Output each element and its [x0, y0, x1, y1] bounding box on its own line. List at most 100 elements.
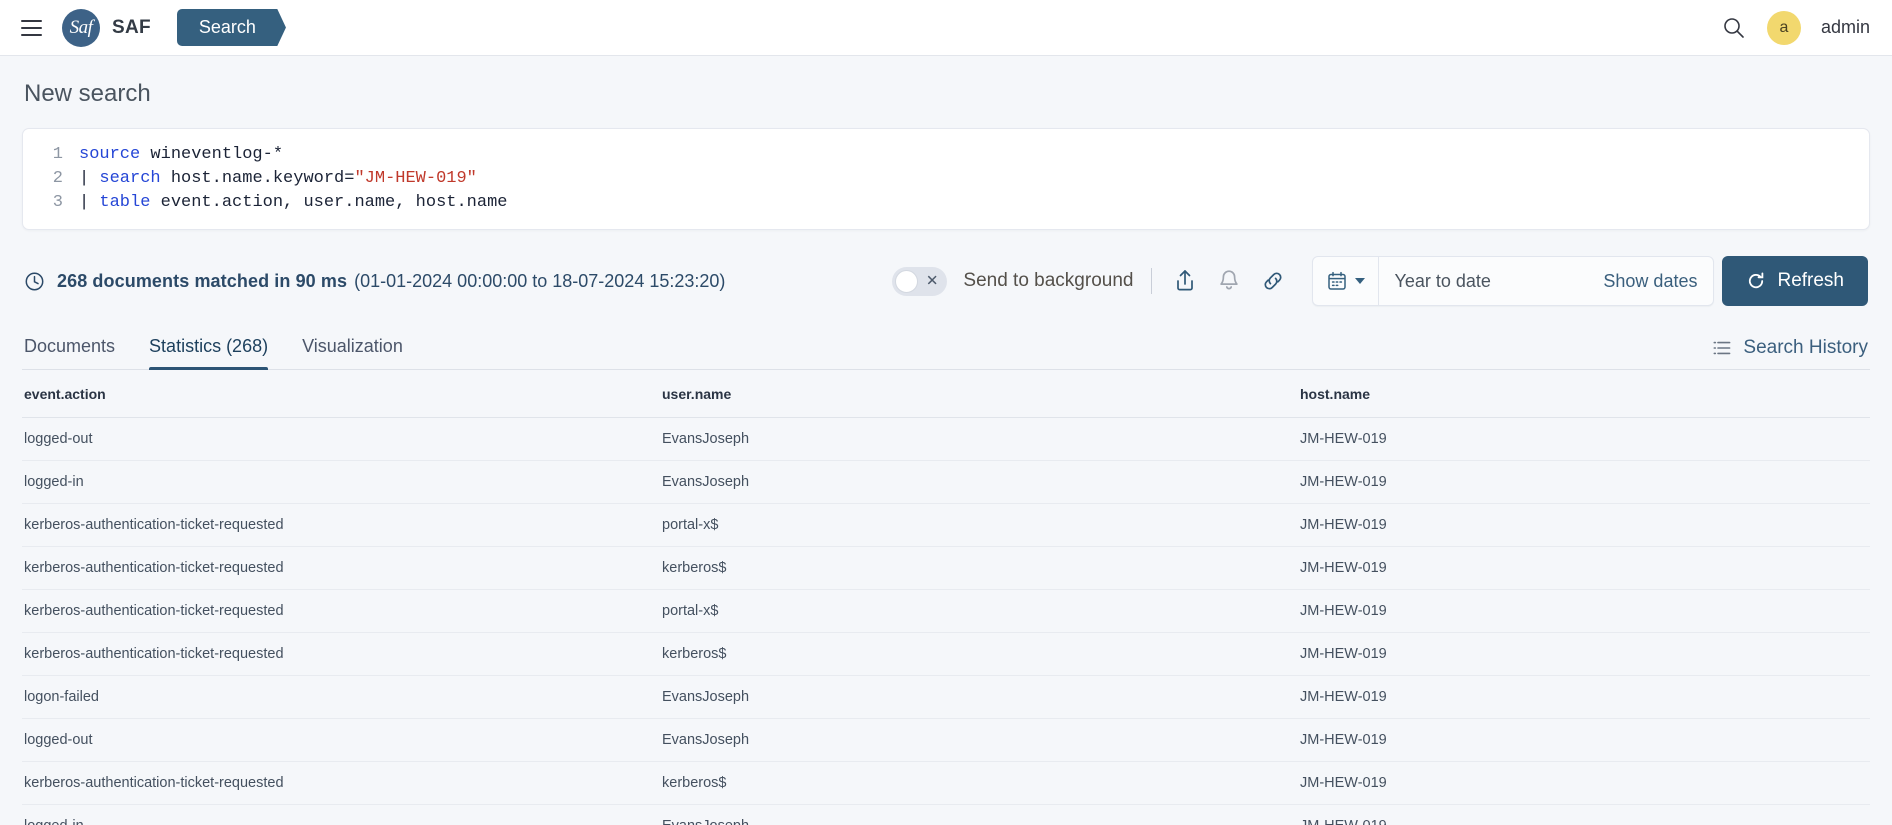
table-body: logged-out EvansJoseph JM-HEW-019 logged-in…: [22, 417, 1870, 825]
column-header-user-name[interactable]: user.name: [660, 370, 1298, 418]
date-controls: Year to date Show dates Refresh: [1312, 256, 1868, 306]
table-row[interactable]: logged-inEvansJosephJM-HEW-019: [22, 460, 1870, 504]
divider: [1151, 268, 1153, 294]
table-header-row: event.action user.name host.name: [22, 370, 1870, 418]
table-cell: logged-out: [22, 417, 660, 461]
table-cell: JM-HEW-019: [1298, 761, 1870, 805]
date-range-input[interactable]: Year to date: [1379, 271, 1603, 292]
clock-icon: [24, 271, 45, 292]
table-cell: logged-in: [22, 460, 660, 504]
table-cell: portal-x$: [660, 589, 1298, 633]
calendar-icon[interactable]: [1313, 257, 1380, 305]
tab-visualization[interactable]: Visualization: [302, 336, 403, 369]
table-cell: kerberos-authentication-ticket-requested: [22, 503, 660, 547]
command-token: search: [99, 169, 161, 188]
column-header-event-action[interactable]: event.action: [22, 370, 660, 418]
header-right-group: a admin: [1721, 10, 1870, 45]
table-cell: kerberos$: [660, 546, 1298, 590]
table-cell: EvansJoseph: [660, 675, 1298, 719]
table-row[interactable]: kerberos-authentication-ticket-requested…: [22, 503, 1870, 547]
search-history-button[interactable]: Search History: [1712, 337, 1868, 369]
table-row[interactable]: kerberos-authentication-ticket-requested…: [22, 632, 1870, 676]
nav-tab-search[interactable]: Search: [176, 8, 286, 47]
chevron-down-icon: [1355, 278, 1366, 284]
toolbar-icons: [1170, 266, 1288, 296]
page-body: New search 1 source wineventlog-* 2 | se…: [0, 56, 1892, 825]
code-line[interactable]: 1 source wineventlog-*: [23, 143, 1869, 167]
search-history-label: Search History: [1743, 337, 1868, 358]
table-cell: kerberos-authentication-ticket-requested: [22, 761, 660, 805]
search-status-bar: 268 documents matched in 90 ms (01-01-20…: [22, 230, 1870, 326]
table-cell: JM-HEW-019: [1298, 675, 1870, 719]
close-icon: ✕: [925, 272, 939, 290]
table-head: event.action user.name host.name: [22, 370, 1870, 418]
table-cell: logged-out: [22, 718, 660, 762]
table-cell: portal-x$: [660, 503, 1298, 547]
table-cell: JM-HEW-019: [1298, 718, 1870, 762]
page-title: New search: [24, 80, 151, 107]
hit-count: 268 documents matched in 90 ms: [57, 270, 348, 291]
arg-token: event.action, user.name, host.name: [150, 193, 508, 212]
command-token: source: [79, 145, 141, 164]
table-cell: JM-HEW-019: [1298, 546, 1870, 590]
table-row[interactable]: kerberos-authentication-ticket-requested…: [22, 589, 1870, 633]
table-cell: JM-HEW-019: [1298, 503, 1870, 547]
command-token: table: [99, 193, 151, 212]
status-actions: ✕ Send to background Year to date Show d…: [892, 256, 1868, 306]
bell-icon[interactable]: [1214, 266, 1244, 296]
table-cell: EvansJoseph: [660, 804, 1298, 825]
send-to-background-toggle[interactable]: ✕: [892, 266, 948, 296]
table-cell: kerberos$: [660, 761, 1298, 805]
result-tabs: Documents Statistics (268) Visualization…: [22, 326, 1870, 370]
list-icon: [1713, 341, 1731, 355]
table-row[interactable]: logged-out EvansJoseph JM-HEW-019: [22, 718, 1870, 762]
table-cell: JM-HEW-019: [1298, 417, 1870, 461]
brand-name: SAF: [112, 16, 151, 38]
table-cell: JM-HEW-019: [1298, 589, 1870, 633]
hamburger-icon[interactable]: [14, 11, 48, 45]
statistics-table: event.action user.name host.name logged-…: [22, 370, 1870, 825]
refresh-label: Refresh: [1777, 270, 1844, 291]
table-cell: kerberos-authentication-ticket-requested: [22, 589, 660, 633]
avatar[interactable]: a: [1766, 10, 1801, 45]
refresh-icon: [1749, 272, 1764, 289]
logo-text: Saf: [69, 16, 93, 38]
toggle-knob: [895, 269, 919, 293]
search-icon[interactable]: [1721, 15, 1747, 41]
saf-logo-icon: Saf: [62, 8, 100, 47]
tab-statistics[interactable]: Statistics (268): [149, 336, 269, 370]
pipe-token: |: [79, 193, 100, 212]
send-to-background-label[interactable]: Send to background: [963, 270, 1133, 292]
link-icon[interactable]: [1258, 266, 1288, 296]
query-editor[interactable]: 1 source wineventlog-* 2 | search host.n…: [22, 128, 1870, 230]
string-token: "JM-HEW-019": [354, 169, 477, 188]
table-cell: kerberos$: [660, 632, 1298, 676]
table-row[interactable]: kerberos-authentication-ticket-requested…: [22, 546, 1870, 590]
show-dates-button[interactable]: Show dates: [1603, 271, 1713, 292]
table-cell: EvansJoseph: [660, 417, 1298, 461]
table-cell: EvansJoseph: [660, 718, 1298, 762]
refresh-button[interactable]: Refresh: [1722, 256, 1868, 306]
table-row[interactable]: logged-inEvansJosephJM-HEW-019: [22, 804, 1870, 825]
table-cell: kerberos-authentication-ticket-requested: [22, 546, 660, 590]
code-line[interactable]: 2 | search host.name.keyword= "JM-HEW-01…: [23, 167, 1869, 191]
line-number: 2: [52, 169, 63, 188]
date-picker[interactable]: Year to date Show dates: [1312, 256, 1715, 306]
table-cell: JM-HEW-019: [1298, 460, 1870, 504]
table-row[interactable]: kerberos-authentication-ticket-requested…: [22, 761, 1870, 805]
table-cell: EvansJoseph: [660, 460, 1298, 504]
time-range-label: (01-01-2024 00:00:00 to 18-07-2024 15:23…: [354, 270, 726, 291]
table-cell: kerberos-authentication-ticket-requested: [22, 632, 660, 676]
username-label[interactable]: admin: [1821, 17, 1870, 38]
arg-token: wineventlog-*: [140, 145, 284, 164]
share-icon[interactable]: [1170, 266, 1200, 296]
table-cell: JM-HEW-019: [1298, 632, 1870, 676]
app-header: Saf SAF Search a admin: [0, 0, 1892, 56]
table-row[interactable]: logged-out EvansJoseph JM-HEW-019: [22, 417, 1870, 461]
column-header-host-name[interactable]: host.name: [1298, 370, 1870, 418]
code-line[interactable]: 3 | table event.action, user.name, host.…: [23, 191, 1869, 215]
table-cell: logged-in: [22, 804, 660, 825]
tab-documents[interactable]: Documents: [24, 336, 115, 369]
line-number: 3: [52, 193, 63, 212]
table-row[interactable]: logon-failed EvansJoseph JM-HEW-019: [22, 675, 1870, 719]
